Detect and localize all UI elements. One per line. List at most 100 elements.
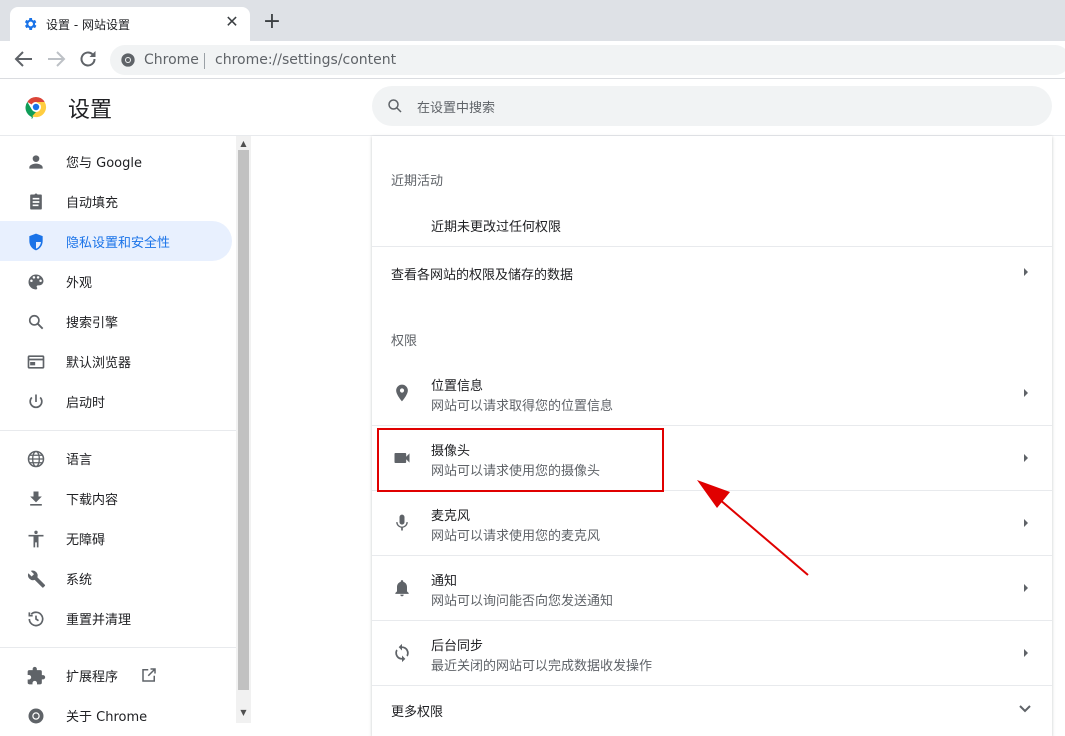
power-icon [29, 394, 43, 409]
more-permissions-label: 更多权限 [391, 705, 444, 720]
permission-title: 通知 [431, 574, 458, 589]
sidebar-item-label: 语言 [66, 453, 93, 468]
view-all-site-data-label: 查看各网站的权限及储存的数据 [391, 268, 574, 283]
chevron-right-icon [1024, 519, 1028, 527]
gear-icon [24, 18, 37, 30]
recent-activity-heading: 近期活动 [391, 174, 444, 189]
search-icon [388, 99, 402, 113]
sidebar: 您与 Google 自动填充 隐私设置和安全性 外观 搜索引擎 默认浏览器 启动… [0, 136, 236, 725]
sync-icon [395, 643, 409, 663]
scroll-up-arrow-icon[interactable]: ▲ [239, 139, 248, 148]
new-tab-button[interactable]: + [260, 10, 284, 34]
permissions-heading: 权限 [391, 334, 418, 349]
page-title: 设置 [68, 98, 113, 123]
sidebar-item-label: 外观 [66, 276, 93, 291]
sidebar-item-label: 关于 Chrome [66, 710, 148, 725]
search-icon [28, 314, 44, 330]
sidebar-item-label: 系统 [66, 573, 93, 588]
scrollbar-thumb[interactable] [238, 150, 249, 690]
sidebar-item-autofill[interactable]: 自动填充 [0, 181, 232, 221]
back-icon[interactable] [12, 47, 36, 71]
omnibox-url[interactable]: chrome://settings/content [215, 52, 396, 68]
scroll-down-arrow-icon[interactable]: ▼ [239, 708, 248, 717]
sidebar-item-accessibility[interactable]: 无障碍 [0, 518, 232, 558]
chrome-logo-icon [25, 97, 47, 119]
address-bar[interactable]: Chrome chrome://settings/content [110, 45, 1065, 75]
sidebar-item-label: 隐私设置和安全性 [66, 236, 171, 251]
sidebar-item-label: 默认浏览器 [66, 356, 132, 371]
sidebar-scrollbar[interactable]: ▲ ▼ [236, 136, 251, 723]
omnibox-site-label: Chrome [144, 52, 199, 68]
sidebar-item-label: 自动填充 [66, 196, 119, 211]
sidebar-item-label: 搜索引擎 [66, 316, 119, 331]
sidebar-item-reset[interactable]: 重置并清理 [0, 598, 232, 638]
reload-icon[interactable] [76, 47, 100, 71]
sidebar-item-label: 无障碍 [66, 533, 106, 548]
sidebar-item-label: 扩展程序 [66, 670, 119, 685]
sidebar-divider [0, 647, 236, 648]
sidebar-item-label: 下载内容 [66, 493, 119, 508]
chevron-right-icon [1024, 584, 1028, 592]
sidebar-item-system[interactable]: 系统 [0, 558, 232, 598]
more-permissions-row[interactable]: 更多权限 [372, 686, 1052, 734]
tab-title: 设置 - 网站设置 [46, 18, 130, 32]
settings-search-input[interactable]: 在设置中搜索 [372, 86, 1052, 126]
bell-icon [395, 580, 409, 597]
chevron-right-icon [1024, 649, 1028, 657]
history-icon [28, 611, 44, 627]
recent-empty-text: 近期未更改过任何权限 [431, 220, 562, 235]
chrome-icon [28, 708, 44, 724]
sidebar-item-about-chrome[interactable]: 关于 Chrome [0, 695, 232, 735]
sidebar-item-label: 您与 Google [66, 156, 142, 171]
chevron-down-icon [1019, 705, 1031, 713]
puzzle-icon [27, 666, 46, 685]
close-tab-icon[interactable]: ✕ [222, 12, 242, 32]
permission-subtitle: 网站可以询问能否向您发送通知 [431, 594, 614, 609]
forward-icon[interactable] [44, 47, 68, 71]
sidebar-item-extensions[interactable]: 扩展程序 [0, 655, 232, 695]
omnibox-separator [204, 53, 205, 69]
search-placeholder: 在设置中搜索 [417, 101, 496, 116]
sidebar-item-privacy-security[interactable]: 隐私设置和安全性 [0, 221, 232, 261]
permission-subtitle: 网站可以请求使用您的麦克风 [431, 529, 601, 544]
wrench-icon [27, 570, 46, 588]
sidebar-item-you-and-google[interactable]: 您与 Google [0, 141, 232, 181]
sidebar-item-label: 启动时 [66, 396, 106, 411]
permission-title: 位置信息 [431, 379, 484, 394]
sidebar-item-label: 重置并清理 [66, 613, 132, 628]
location-icon [396, 384, 408, 402]
chevron-right-icon [1024, 389, 1028, 397]
sidebar-item-downloads[interactable]: 下载内容 [0, 478, 232, 518]
permission-title: 麦克风 [431, 509, 471, 524]
globe-icon [27, 450, 45, 468]
permission-subtitle: 网站可以请求取得您的位置信息 [431, 399, 614, 414]
permission-row-location[interactable]: 位置信息 网站可以请求取得您的位置信息 [372, 361, 1052, 425]
shield-icon [29, 233, 43, 251]
accessibility-icon [28, 530, 44, 548]
chevron-right-icon [1024, 454, 1028, 462]
sidebar-divider [0, 430, 236, 431]
browser-toolbar: Chrome chrome://settings/content [0, 41, 1065, 79]
sidebar-item-languages[interactable]: 语言 [0, 438, 232, 478]
permission-title: 后台同步 [431, 639, 484, 654]
tab-settings[interactable]: 设置 - 网站设置 ✕ [10, 7, 250, 41]
sidebar-item-appearance[interactable]: 外观 [0, 261, 232, 301]
view-all-site-data-row[interactable]: 查看各网站的权限及储存的数据 [372, 240, 1052, 304]
open-in-new-icon [142, 668, 156, 682]
person-icon [29, 155, 43, 169]
permission-subtitle: 最近关闭的网站可以完成数据收发操作 [431, 659, 653, 674]
browser-icon [27, 355, 45, 369]
sidebar-item-on-startup[interactable]: 启动时 [0, 381, 232, 421]
chrome-icon [121, 53, 135, 67]
sidebar-item-search-engine[interactable]: 搜索引擎 [0, 301, 232, 341]
sidebar-item-default-browser[interactable]: 默认浏览器 [0, 341, 232, 381]
palette-icon [28, 274, 44, 290]
chevron-right-icon [1024, 268, 1028, 276]
microphone-icon [396, 514, 408, 531]
download-icon [30, 491, 42, 506]
tab-strip: 设置 - 网站设置 ✕ + [0, 0, 1065, 41]
annotation-arrow-icon [697, 480, 809, 576]
clipboard-icon [30, 193, 42, 210]
permission-row-background-sync[interactable]: 后台同步 最近关闭的网站可以完成数据收发操作 [372, 621, 1052, 685]
annotation-highlight-box [377, 428, 664, 492]
